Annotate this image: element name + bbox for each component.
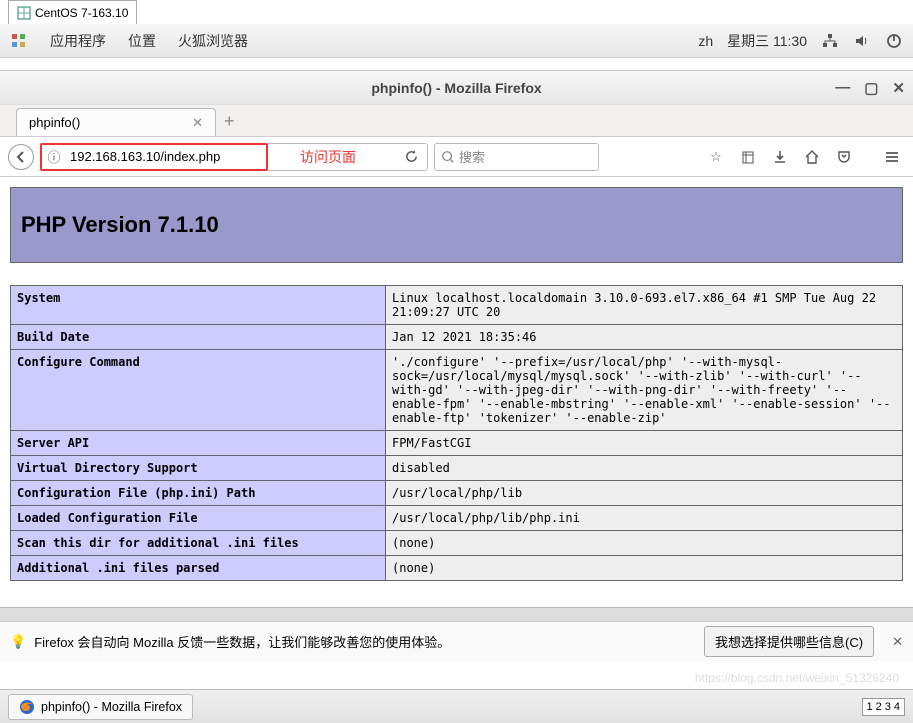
- phpinfo-key: Server API: [11, 431, 386, 456]
- phpinfo-row: Scan this dir for additional .ini files(…: [11, 531, 903, 556]
- tab-title: phpinfo(): [29, 115, 80, 130]
- url-highlight-box: ⓘ: [40, 143, 268, 171]
- phpinfo-value: /usr/local/php/lib: [386, 481, 903, 506]
- infobar-choose-button[interactable]: 我想选择提供哪些信息(C): [704, 626, 874, 657]
- watermark-text: https://blog.csdn.net/weixin_51326240: [695, 671, 899, 685]
- phpinfo-value: FPM/FastCGI: [386, 431, 903, 456]
- downloads-button[interactable]: [767, 144, 793, 170]
- bookmark-star-button[interactable]: ☆: [703, 144, 729, 170]
- site-info-icon[interactable]: ⓘ: [42, 147, 66, 166]
- phpinfo-row: Build DateJan 12 2021 18:35:46: [11, 325, 903, 350]
- window-minimize-button[interactable]: —: [835, 79, 850, 97]
- phpinfo-key: Loaded Configuration File: [11, 506, 386, 531]
- firefox-tabstrip: phpinfo() ✕ +: [0, 105, 913, 137]
- phpinfo-key: Configuration File (php.ini) Path: [11, 481, 386, 506]
- phpinfo-value: (none): [386, 531, 903, 556]
- new-tab-button[interactable]: +: [224, 111, 235, 132]
- address-bar[interactable]: [66, 149, 266, 164]
- phpinfo-key: Build Date: [11, 325, 386, 350]
- firefox-toolbar: ⓘ 访问页面 搜索 ☆: [0, 137, 913, 177]
- horizontal-scrollbar[interactable]: [0, 607, 913, 621]
- phpinfo-row: Configure Command'./configure' '--prefix…: [11, 350, 903, 431]
- phpinfo-value: Linux localhost.localdomain 3.10.0-693.e…: [386, 286, 903, 325]
- gnome-top-bar: 应用程序 位置 火狐浏览器 zh 星期三 11:30: [0, 24, 913, 58]
- phpinfo-key: Virtual Directory Support: [11, 456, 386, 481]
- menu-firefox[interactable]: 火狐浏览器: [178, 31, 248, 51]
- centos-icon: [17, 6, 31, 20]
- phpinfo-key: Additional .ini files parsed: [11, 556, 386, 581]
- menu-places[interactable]: 位置: [128, 31, 156, 51]
- phpinfo-value: (none): [386, 556, 903, 581]
- php-version-banner: PHP Version 7.1.10: [10, 187, 903, 263]
- firefox-window: phpinfo() - Mozilla Firefox — ▢ ✕ phpinf…: [0, 70, 913, 661]
- phpinfo-row: SystemLinux localhost.localdomain 3.10.0…: [11, 286, 903, 325]
- search-icon: [441, 150, 455, 164]
- network-icon[interactable]: [821, 32, 839, 50]
- clock-label[interactable]: 星期三 11:30: [727, 31, 807, 51]
- menu-button[interactable]: [879, 144, 905, 170]
- phpinfo-value: './configure' '--prefix=/usr/local/php' …: [386, 350, 903, 431]
- workspace-pager[interactable]: 1 2 3 4: [862, 698, 906, 716]
- browser-tab[interactable]: phpinfo() ✕: [16, 108, 216, 136]
- firefox-icon: [19, 699, 35, 715]
- lightbulb-icon: 💡: [10, 634, 26, 650]
- back-button[interactable]: [8, 144, 34, 170]
- vm-host-tab[interactable]: CentOS 7-163.10: [8, 0, 137, 24]
- phpinfo-row: Loaded Configuration File/usr/local/php/…: [11, 506, 903, 531]
- phpinfo-value: /usr/local/php/lib/php.ini: [386, 506, 903, 531]
- tab-close-button[interactable]: ✕: [192, 115, 203, 131]
- php-version-title: PHP Version 7.1.10: [21, 212, 892, 238]
- menu-applications[interactable]: 应用程序: [50, 31, 106, 51]
- annotation-text: 访问页面: [300, 147, 356, 167]
- phpinfo-value: disabled: [386, 456, 903, 481]
- workspace-3[interactable]: 3: [885, 701, 891, 713]
- phpinfo-row: Server APIFPM/FastCGI: [11, 431, 903, 456]
- infobar-text: Firefox 会自动向 Mozilla 反馈一些数据，让我们能够改善您的使用体…: [34, 632, 450, 651]
- gnome-taskbar: phpinfo() - Mozilla Firefox 1 2 3 4: [0, 689, 913, 723]
- phpinfo-value: Jan 12 2021 18:35:46: [386, 325, 903, 350]
- pocket-button[interactable]: [831, 144, 857, 170]
- phpinfo-key: Scan this dir for additional .ini files: [11, 531, 386, 556]
- window-maximize-button[interactable]: ▢: [864, 79, 878, 97]
- input-method-indicator[interactable]: zh: [698, 33, 713, 49]
- firefox-window-title: phpinfo() - Mozilla Firefox: [371, 80, 541, 96]
- infobar-close-button[interactable]: ✕: [892, 634, 903, 650]
- taskbar-firefox-entry[interactable]: phpinfo() - Mozilla Firefox: [8, 694, 193, 720]
- library-button[interactable]: [735, 144, 761, 170]
- search-placeholder: 搜索: [459, 147, 485, 166]
- workspace-2[interactable]: 2: [876, 701, 882, 713]
- phpinfo-row: Virtual Directory Supportdisabled: [11, 456, 903, 481]
- firefox-titlebar: phpinfo() - Mozilla Firefox — ▢ ✕: [0, 71, 913, 105]
- page-content: PHP Version 7.1.10 SystemLinux localhost…: [0, 177, 913, 607]
- home-button[interactable]: [799, 144, 825, 170]
- vm-host-title: CentOS 7-163.10: [35, 6, 128, 20]
- taskbar-title: phpinfo() - Mozilla Firefox: [41, 700, 182, 714]
- phpinfo-row: Configuration File (php.ini) Path/usr/lo…: [11, 481, 903, 506]
- volume-icon[interactable]: [853, 32, 871, 50]
- workspace-4[interactable]: 4: [894, 701, 900, 713]
- phpinfo-table: SystemLinux localhost.localdomain 3.10.0…: [10, 285, 903, 581]
- activities-icon[interactable]: [10, 32, 28, 50]
- phpinfo-key: Configure Command: [11, 350, 386, 431]
- workspace-1[interactable]: 1: [867, 701, 873, 713]
- phpinfo-row: Additional .ini files parsed(none): [11, 556, 903, 581]
- reload-button[interactable]: [404, 149, 419, 164]
- firefox-infobar: 💡 Firefox 会自动向 Mozilla 反馈一些数据，让我们能够改善您的使…: [0, 621, 913, 661]
- power-icon[interactable]: [885, 32, 903, 50]
- search-box[interactable]: 搜索: [434, 143, 599, 171]
- window-close-button[interactable]: ✕: [892, 79, 905, 97]
- phpinfo-key: System: [11, 286, 386, 325]
